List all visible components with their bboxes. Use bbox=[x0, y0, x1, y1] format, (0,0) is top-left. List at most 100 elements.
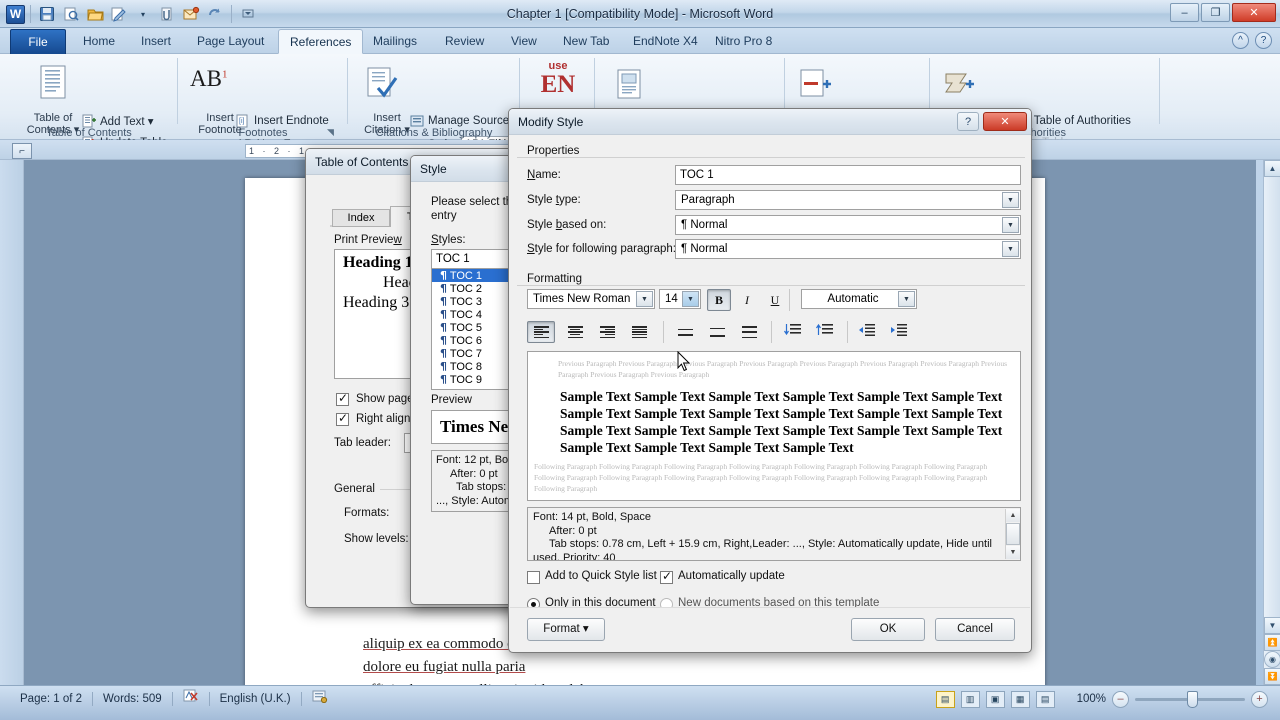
decrease-space-before-button[interactable] bbox=[779, 319, 807, 341]
style-based-on-combo[interactable]: ¶ Normal ▼ bbox=[675, 215, 1021, 235]
font-size-chevron-down-icon[interactable]: ▼ bbox=[682, 291, 699, 307]
open-icon[interactable] bbox=[84, 3, 106, 25]
align-left-button[interactable] bbox=[527, 321, 555, 343]
tab-new-tab[interactable]: New Tab bbox=[552, 29, 620, 54]
undo-icon[interactable] bbox=[108, 3, 130, 25]
right-align-page-numbers-checkbox[interactable] bbox=[336, 413, 349, 426]
style-preview-label: Preview bbox=[431, 394, 472, 406]
style-type-combo[interactable]: Paragraph ▼ bbox=[675, 190, 1021, 210]
zoom-in-button[interactable]: + bbox=[1251, 691, 1268, 708]
ribbon-tab-strip: File Home Insert Page Layout References … bbox=[0, 28, 1280, 54]
style-based-on-chevron-down-icon[interactable]: ▼ bbox=[1002, 217, 1019, 233]
minimize-ribbon-icon[interactable]: ^ bbox=[1232, 32, 1249, 49]
font-color-combo[interactable]: Automatic ▼ bbox=[801, 289, 917, 309]
save-icon[interactable] bbox=[36, 3, 58, 25]
tab-page-layout[interactable]: Page Layout bbox=[186, 29, 275, 54]
zoom-slider[interactable] bbox=[1135, 698, 1245, 701]
tab-home[interactable]: Home bbox=[72, 29, 126, 54]
word-logo-icon[interactable]: W bbox=[6, 5, 25, 24]
align-justify-button[interactable] bbox=[625, 321, 653, 343]
tab-endnote-x4[interactable]: EndNote X4 bbox=[622, 29, 709, 54]
footnotes-dialog-launcher-icon[interactable]: ◥ bbox=[327, 127, 338, 138]
help-icon[interactable]: ? bbox=[1255, 32, 1272, 49]
format-button[interactable]: Format ▾ bbox=[527, 618, 605, 641]
description-scrollbar[interactable]: ▲ ▼ bbox=[1005, 509, 1019, 559]
qat-overflow-icon[interactable] bbox=[237, 3, 259, 25]
add-to-quick-style-list-checkbox[interactable] bbox=[527, 571, 540, 584]
dialog-help-button[interactable]: ? bbox=[957, 112, 979, 131]
bold-button[interactable]: B bbox=[707, 289, 731, 311]
align-center-button[interactable] bbox=[561, 321, 589, 343]
zoom-out-button[interactable]: – bbox=[1112, 691, 1129, 708]
description-scroll-down-icon[interactable]: ▼ bbox=[1006, 546, 1020, 559]
style-type-chevron-down-icon[interactable]: ▼ bbox=[1002, 192, 1019, 208]
zoom-slider-thumb[interactable] bbox=[1187, 691, 1198, 708]
cancel-button[interactable]: Cancel bbox=[935, 618, 1015, 641]
word-count-indicator[interactable]: Words: 509 bbox=[93, 689, 172, 709]
description-scroll-thumb[interactable] bbox=[1006, 523, 1020, 545]
scroll-down-button[interactable]: ▼ bbox=[1264, 617, 1280, 634]
print-layout-view-button[interactable]: ▤ bbox=[936, 691, 955, 708]
tab-review[interactable]: Review bbox=[434, 29, 495, 54]
maximize-button[interactable]: ❐ bbox=[1201, 3, 1230, 22]
increase-indent-button[interactable] bbox=[885, 319, 913, 341]
close-button[interactable]: ✕ bbox=[1232, 3, 1276, 22]
scroll-up-button[interactable]: ▲ bbox=[1264, 160, 1280, 177]
insert-endnote-button[interactable]: [i] Insert Endnote bbox=[236, 114, 329, 128]
print-preview-icon[interactable] bbox=[60, 3, 82, 25]
tab-mailings[interactable]: Mailings bbox=[362, 29, 428, 54]
italic-button[interactable]: I bbox=[735, 289, 759, 311]
customize-qat-dropdown-icon[interactable]: ▾ bbox=[132, 3, 154, 25]
description-scroll-up-icon[interactable]: ▲ bbox=[1006, 509, 1020, 522]
web-layout-view-button[interactable]: ▣ bbox=[986, 691, 1005, 708]
email-icon[interactable] bbox=[180, 3, 202, 25]
style-following-paragraph-combo[interactable]: ¶ Normal ▼ bbox=[675, 239, 1021, 259]
cite-while-you-write-button[interactable]: use EN bbox=[534, 60, 582, 97]
add-text-button[interactable]: Add Text ▾ bbox=[82, 114, 154, 128]
modify-style-dialog[interactable]: Modify Style ? ✕ Properties Name: TOC 1 … bbox=[508, 108, 1032, 653]
vertical-scrollbar[interactable]: ▲ ▼ ⏫ ◉ ⏬ bbox=[1263, 160, 1280, 685]
next-page-button[interactable]: ⏬ bbox=[1264, 668, 1280, 685]
font-family-chevron-down-icon[interactable]: ▼ bbox=[636, 291, 653, 307]
group-label-table-of-contents: Table of Contents bbox=[0, 127, 178, 139]
tab-view[interactable]: View bbox=[500, 29, 548, 54]
language-indicator[interactable]: English (U.K.) bbox=[210, 689, 301, 709]
tab-references[interactable]: References bbox=[278, 29, 363, 54]
manage-sources-button[interactable]: Manage Sources bbox=[410, 114, 515, 128]
underline-button[interactable]: U bbox=[763, 289, 787, 311]
toc-tab-index[interactable]: Index bbox=[332, 209, 390, 227]
proofing-errors-icon[interactable] bbox=[173, 689, 209, 709]
macro-record-icon[interactable] bbox=[302, 689, 338, 709]
tab-selector-button[interactable]: ⌐ bbox=[12, 143, 32, 159]
increase-space-before-button[interactable] bbox=[811, 319, 839, 341]
zoom-level-label[interactable]: 100% bbox=[1077, 693, 1106, 705]
line-spacing-double-button[interactable] bbox=[735, 321, 763, 343]
redo-icon[interactable] bbox=[204, 3, 226, 25]
style-following-chevron-down-icon[interactable]: ▼ bbox=[1002, 241, 1019, 257]
minimize-button[interactable]: – bbox=[1170, 3, 1199, 22]
tab-nitro-pro-8[interactable]: Nitro Pro 8 bbox=[704, 29, 783, 54]
align-right-button[interactable] bbox=[593, 321, 621, 343]
ok-button[interactable]: OK bbox=[851, 618, 925, 641]
previous-page-button[interactable]: ⏫ bbox=[1264, 634, 1280, 651]
font-size-combo[interactable]: 14 ▼ bbox=[659, 289, 701, 309]
dialog-close-button[interactable]: ✕ bbox=[983, 112, 1027, 131]
automatically-update-checkbox[interactable] bbox=[660, 571, 673, 584]
decrease-indent-button[interactable] bbox=[853, 319, 881, 341]
font-family-combo[interactable]: Times New Roman ▼ bbox=[527, 289, 655, 309]
vertical-ruler[interactable] bbox=[0, 160, 24, 685]
tab-file[interactable]: File bbox=[10, 29, 66, 54]
select-browse-object-button[interactable]: ◉ bbox=[1264, 651, 1280, 668]
draft-view-button[interactable]: ▤ bbox=[1036, 691, 1055, 708]
style-name-input[interactable]: TOC 1 bbox=[675, 165, 1021, 185]
show-page-numbers-checkbox[interactable] bbox=[336, 393, 349, 406]
line-spacing-single-button[interactable] bbox=[671, 321, 699, 343]
font-color-chevron-down-icon[interactable]: ▼ bbox=[898, 291, 915, 307]
line-spacing-1-5-button[interactable] bbox=[703, 321, 731, 343]
tab-insert[interactable]: Insert bbox=[130, 29, 182, 54]
attach-icon[interactable] bbox=[156, 3, 178, 25]
page-indicator[interactable]: Page: 1 of 2 bbox=[10, 689, 92, 709]
status-left-group: Page: 1 of 2 Words: 509 English (U.K.) bbox=[10, 686, 338, 712]
outline-view-button[interactable]: ▦ bbox=[1011, 691, 1030, 708]
full-screen-reading-view-button[interactable]: ▥ bbox=[961, 691, 980, 708]
